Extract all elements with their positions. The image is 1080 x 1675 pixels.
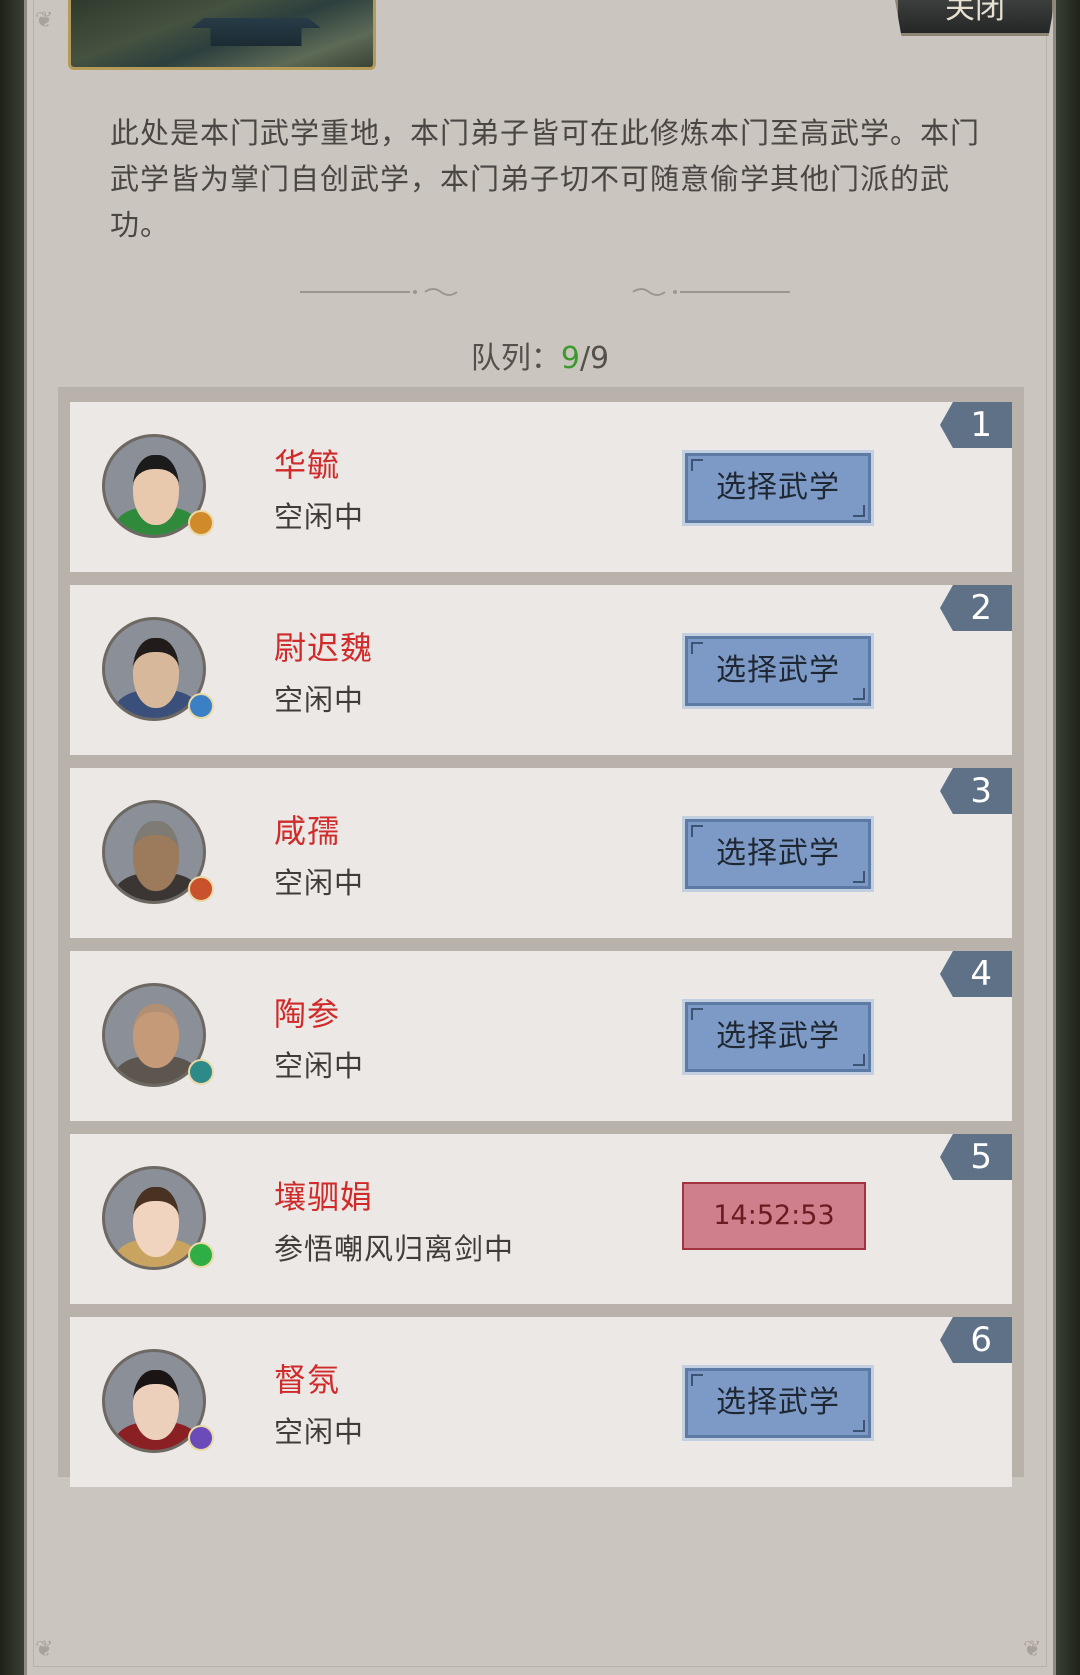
corner-ornament-icon: ❦ (35, 1637, 54, 1662)
select-skill-button[interactable]: 选择武学 (682, 1365, 874, 1441)
school-badge-icon (188, 1425, 214, 1451)
slot-number: 6 (940, 1317, 1012, 1363)
divider-left (300, 286, 470, 296)
school-badge-icon (188, 1059, 214, 1085)
disciple-row: 陶参 空闲中 选择武学 4 (70, 951, 1012, 1121)
disciple-name: 华毓 (274, 446, 341, 484)
avatar-head (133, 1187, 179, 1257)
slot-number: 1 (940, 402, 1012, 448)
disciple-status: 空闲中 (274, 1415, 365, 1449)
select-skill-button[interactable]: 选择武学 (682, 633, 874, 709)
avatar-head (133, 821, 179, 891)
disciple-name: 壤驷娟 (274, 1178, 374, 1216)
disciple-status: 空闲中 (274, 683, 365, 717)
disciple-row: 尉迟魏 空闲中 选择武学 2 (70, 585, 1012, 755)
disciple-list: 华毓 空闲中 选择武学 1 尉迟魏 空闲中 选择武学 2 咸孺 空闲中 选择武学… (58, 387, 1024, 1487)
disciple-row: 督氛 空闲中 选择武学 6 (70, 1317, 1012, 1487)
hall-description: 此处是本门武学重地，本门弟子皆可在此修炼本门至高武学。本门武学皆为掌门自创武学，… (110, 116, 981, 242)
school-badge-icon (188, 1242, 214, 1268)
disciple-row: 华毓 空闲中 选择武学 1 (70, 402, 1012, 572)
slot-number: 4 (940, 951, 1012, 997)
training-countdown[interactable]: 14:52:53 (682, 1182, 866, 1250)
avatar-head (133, 455, 179, 525)
slot-number: 5 (940, 1134, 1012, 1180)
disciple-status: 空闲中 (274, 1049, 365, 1083)
corner-ornament-icon: ❦ (35, 8, 54, 33)
avatar-head (133, 638, 179, 708)
slot-number: 3 (940, 768, 1012, 814)
slot-number: 2 (940, 585, 1012, 631)
select-skill-button[interactable]: 选择武学 (682, 816, 874, 892)
avatar-head (133, 1004, 179, 1068)
school-badge-icon (188, 510, 214, 536)
queue-indicator: 队列：9/9 (0, 333, 1080, 377)
disciple-row: 壤驷娟 参悟嘲风归离剑中 14:52:53 5 (70, 1134, 1012, 1304)
disciple-name: 督氛 (274, 1361, 341, 1399)
disciple-name: 陶参 (274, 995, 341, 1033)
queue-separator: / (579, 341, 591, 376)
select-skill-button[interactable]: 选择武学 (682, 450, 874, 526)
school-badge-icon (188, 693, 214, 719)
pavilion-icon (191, 18, 321, 46)
corner-ornament-icon: ❦ (1023, 1637, 1042, 1662)
select-skill-button[interactable]: 选择武学 (682, 999, 874, 1075)
hall-scene-image (68, 0, 376, 70)
divider-right (620, 286, 790, 296)
school-badge-icon (188, 876, 214, 902)
disciple-status: 空闲中 (274, 866, 365, 900)
queue-current: 9 (560, 341, 580, 376)
disciple-name: 咸孺 (274, 812, 341, 850)
disciple-row: 咸孺 空闲中 选择武学 3 (70, 768, 1012, 938)
disciple-status: 空闲中 (274, 500, 365, 534)
avatar-head (133, 1370, 179, 1440)
close-button[interactable]: 关闭 (895, 0, 1055, 36)
disciple-name: 尉迟魏 (274, 629, 374, 667)
disciple-status: 参悟嘲风归离剑中 (274, 1232, 515, 1266)
queue-total: 9 (590, 341, 610, 376)
queue-label: 队列： (470, 341, 561, 376)
